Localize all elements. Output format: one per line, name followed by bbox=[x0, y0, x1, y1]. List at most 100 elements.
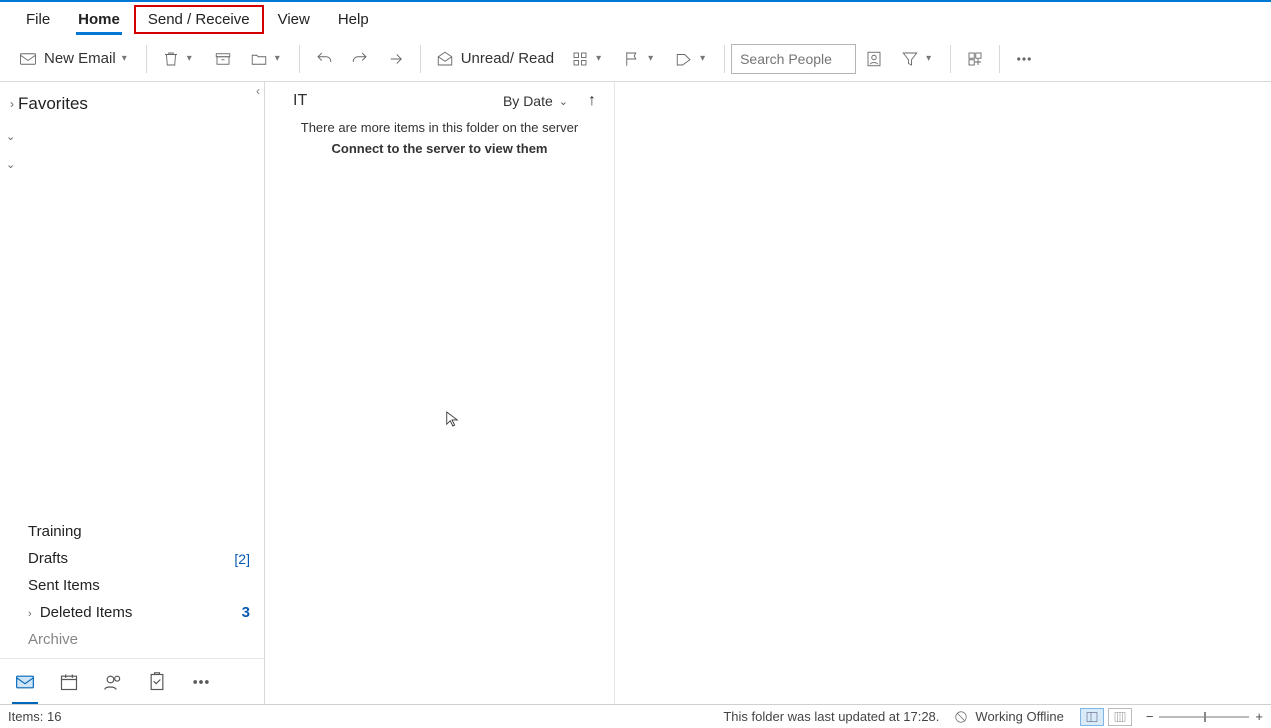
chevron-down-icon: ⌄ bbox=[559, 95, 568, 108]
tag-icon bbox=[674, 49, 694, 69]
undo-button[interactable] bbox=[306, 43, 342, 75]
redo-button[interactable] bbox=[342, 43, 378, 75]
separator bbox=[146, 45, 147, 73]
zoom-slider[interactable]: − + bbox=[1146, 709, 1263, 724]
folder-label: Sent Items bbox=[28, 577, 100, 594]
tag-button[interactable]: ▾ bbox=[666, 43, 718, 75]
separator bbox=[950, 45, 951, 73]
chevron-down-icon[interactable]: ▾ bbox=[275, 53, 285, 64]
chevron-down-icon[interactable]: ▾ bbox=[596, 53, 606, 64]
undo-icon bbox=[314, 49, 334, 69]
server-msg-line2[interactable]: Connect to the server to view them bbox=[275, 139, 604, 160]
chevron-right-icon: › bbox=[28, 608, 32, 620]
separator bbox=[999, 45, 1000, 73]
account-label bbox=[19, 128, 23, 144]
delete-button[interactable]: ▾ bbox=[153, 43, 205, 75]
addins-button[interactable] bbox=[957, 43, 993, 75]
folder-move-icon bbox=[249, 49, 269, 69]
server-msg-line1: There are more items in this folder on t… bbox=[275, 118, 604, 139]
ribbon: New Email ▾ ▾ ▾ Unread/ Read ▾ ▾ ▾ ▾ bbox=[0, 36, 1271, 82]
folder-pane: ‹ › Favorites ⌄ ⌄ Training Drafts [2] Se… bbox=[0, 82, 265, 704]
archive-button[interactable] bbox=[205, 43, 241, 75]
chevron-down-icon[interactable]: ▾ bbox=[926, 53, 936, 64]
more-button[interactable] bbox=[1006, 43, 1042, 75]
zoom-track[interactable] bbox=[1159, 716, 1249, 718]
deleted-count: 3 bbox=[242, 604, 250, 621]
grid-icon bbox=[570, 49, 590, 69]
collapse-pane-icon[interactable]: ‹ bbox=[256, 84, 260, 98]
folder-sent-items[interactable]: Sent Items bbox=[14, 572, 264, 599]
view-reading-button[interactable] bbox=[1108, 708, 1132, 726]
drafts-count: [2] bbox=[234, 551, 250, 567]
search-people-input[interactable] bbox=[731, 44, 856, 74]
flag-button[interactable]: ▾ bbox=[614, 43, 666, 75]
zoom-out-icon[interactable]: − bbox=[1146, 709, 1154, 724]
favorites-header[interactable]: › Favorites bbox=[0, 86, 264, 122]
redo-icon bbox=[350, 49, 370, 69]
more-nav-icon[interactable] bbox=[190, 671, 212, 693]
arrow-right-icon bbox=[386, 49, 406, 69]
unread-read-label: Unread/ Read bbox=[461, 50, 554, 67]
envelope-open-icon bbox=[435, 49, 455, 69]
main: ‹ › Favorites ⌄ ⌄ Training Drafts [2] Se… bbox=[0, 82, 1271, 704]
tasks-nav-icon[interactable] bbox=[146, 671, 168, 693]
separator bbox=[724, 45, 725, 73]
unread-read-button[interactable]: Unread/ Read bbox=[427, 43, 562, 75]
tab-send-receive[interactable]: Send / Receive bbox=[134, 5, 264, 34]
address-book-button[interactable] bbox=[856, 43, 892, 75]
chevron-down-icon[interactable]: ▾ bbox=[700, 53, 710, 64]
funnel-icon bbox=[900, 49, 920, 69]
chevron-down-icon[interactable]: ▾ bbox=[648, 53, 658, 64]
new-email-label: New Email bbox=[44, 50, 116, 67]
account-header-2[interactable]: ⌄ bbox=[0, 150, 264, 178]
folder-title: IT bbox=[293, 92, 307, 110]
folder-archive[interactable]: Archive bbox=[14, 626, 264, 653]
sort-label: By Date bbox=[503, 93, 553, 109]
sort-by-button[interactable]: By Date ⌄ ↑ bbox=[503, 92, 596, 110]
folder-label: Archive bbox=[28, 631, 78, 648]
chevron-right-icon: › bbox=[10, 97, 14, 111]
categorize-button[interactable]: ▾ bbox=[562, 43, 614, 75]
apps-icon bbox=[965, 49, 985, 69]
zoom-in-icon[interactable]: + bbox=[1255, 709, 1263, 724]
people-nav-icon[interactable] bbox=[102, 671, 124, 693]
archive-icon bbox=[213, 49, 233, 69]
filter-button[interactable]: ▾ bbox=[892, 43, 944, 75]
person-card-icon bbox=[864, 49, 884, 69]
account-label bbox=[19, 156, 23, 172]
folder-training[interactable]: Training bbox=[14, 518, 264, 545]
menu-tabs: File Home Send / Receive View Help bbox=[0, 2, 1271, 36]
chevron-down-icon: ⌄ bbox=[6, 130, 15, 143]
ellipsis-icon bbox=[1014, 49, 1034, 69]
view-normal-button[interactable] bbox=[1080, 708, 1104, 726]
account-header-1[interactable]: ⌄ bbox=[0, 122, 264, 150]
chevron-down-icon[interactable]: ▾ bbox=[187, 53, 197, 64]
mail-nav-icon[interactable] bbox=[14, 671, 36, 693]
tab-view[interactable]: View bbox=[264, 5, 324, 34]
favorites-label: Favorites bbox=[18, 94, 88, 114]
cursor-icon bbox=[445, 410, 459, 428]
move-button[interactable]: ▾ bbox=[241, 43, 293, 75]
status-connection: Working Offline bbox=[975, 709, 1063, 724]
status-bar: Items: 16 This folder was last updated a… bbox=[0, 704, 1271, 728]
calendar-nav-icon[interactable] bbox=[58, 671, 80, 693]
forward-button[interactable] bbox=[378, 43, 414, 75]
folder-drafts[interactable]: Drafts [2] bbox=[14, 545, 264, 572]
sort-direction-icon[interactable]: ↑ bbox=[588, 92, 596, 110]
folder-label: Deleted Items bbox=[40, 604, 133, 621]
new-email-button[interactable]: New Email ▾ bbox=[10, 43, 140, 75]
status-last-updated: This folder was last updated at 17:28. bbox=[723, 709, 939, 724]
chevron-down-icon[interactable]: ▾ bbox=[122, 53, 132, 64]
offline-icon bbox=[953, 709, 969, 725]
tab-home[interactable]: Home bbox=[64, 5, 134, 34]
server-message: There are more items in this folder on t… bbox=[265, 114, 614, 164]
mail-icon bbox=[18, 49, 38, 69]
folder-label: Drafts bbox=[28, 550, 68, 567]
folder-deleted-items[interactable]: › Deleted Items 3 bbox=[14, 599, 264, 626]
tab-help[interactable]: Help bbox=[324, 5, 383, 34]
separator bbox=[299, 45, 300, 73]
folder-label: Training bbox=[28, 523, 82, 540]
tab-file[interactable]: File bbox=[12, 5, 64, 34]
message-list-pane: IT By Date ⌄ ↑ There are more items in t… bbox=[265, 82, 615, 704]
flag-icon bbox=[622, 49, 642, 69]
